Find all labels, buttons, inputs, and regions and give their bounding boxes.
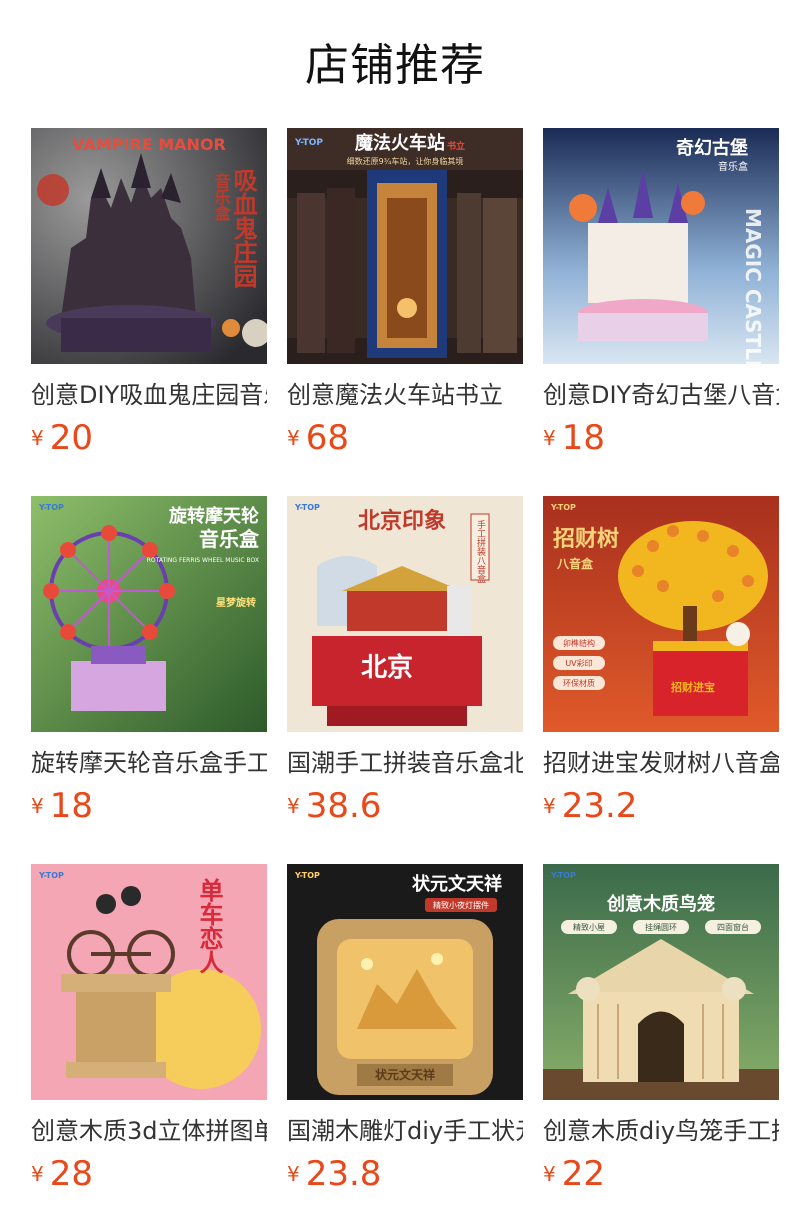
product-image-magic-station[interactable]: Y-TOP 魔法火车站 书立 细数还原9¾车站，让你身临其境 — [287, 128, 523, 364]
price-amount: 18 — [49, 786, 93, 826]
currency-symbol: ¥ — [543, 1162, 556, 1186]
image-tag: 环保材质 — [563, 678, 595, 688]
image-tagline: 星梦旋转 — [216, 596, 256, 609]
brand-logo: Y-TOP — [294, 503, 320, 512]
product-title[interactable]: 旋转摩天轮音乐盒手工 — [31, 746, 267, 780]
product-title[interactable]: 创意DIY吸血鬼庄园音乐盒 — [31, 378, 267, 412]
image-heading: 创意木质鸟笼 — [606, 893, 715, 915]
product-card[interactable]: Y-TOP 北京印象 手工拼装八音盒 北京 国潮手工拼装音乐盒北京 ¥38.6 — [287, 496, 523, 864]
image-side-text: 手工拼装八音盒 — [475, 519, 486, 583]
product-price: ¥20 — [31, 416, 93, 460]
product-image-bicycle-lovers[interactable]: Y-TOP 单车恋人 — [31, 864, 267, 1100]
image-heading: 北京印象 — [358, 508, 446, 534]
price-amount: 28 — [49, 1154, 93, 1194]
product-title[interactable]: 创意DIY奇幻古堡八音盒 — [543, 378, 779, 412]
product-price: ¥23.2 — [543, 784, 637, 828]
brand-logo: Y-TOP — [38, 503, 64, 512]
product-title[interactable]: 国潮手工拼装音乐盒北京 — [287, 746, 523, 780]
product-image-money-tree[interactable]: Y-TOP 招财树 八音盒 卯榫结构 UV彩印 环保材质 招财进宝 — [543, 496, 779, 732]
product-card[interactable]: Y-TOP 单车恋人 创意木质3d立体拼图单车恋人 ¥28 — [31, 864, 267, 1232]
product-price: ¥23.8 — [287, 1152, 381, 1196]
currency-symbol: ¥ — [543, 794, 556, 818]
image-box-text: 北京 — [361, 652, 413, 683]
image-english: ROTATING FERRIS WHEEL MUSIC BOX — [147, 557, 259, 564]
price-amount: 18 — [561, 418, 605, 458]
image-tag: UV彩印 — [565, 658, 592, 668]
product-image-wood-lamp[interactable]: Y-TOP 状元文天祥 精致小夜灯摆件 状元文天祥 — [287, 864, 523, 1100]
price-amount: 20 — [49, 418, 93, 458]
image-tagline: 细数还原9¾车站，让你身临其境 — [347, 156, 464, 166]
currency-symbol: ¥ — [543, 426, 556, 450]
image-side-text: MAGIC CASTLE — [741, 208, 765, 364]
product-image-bird-cage[interactable]: Y-TOP 创意木质鸟笼 精致小屋 挂绳圆环 四面窗台 — [543, 864, 779, 1100]
price-amount: 23.8 — [305, 1154, 382, 1194]
image-tag: 卯榫结构 — [563, 638, 595, 648]
image-box-text: 招财进宝 — [671, 680, 715, 694]
product-image-vampire-manor[interactable]: VAMPIRE MANOR 音乐盒 吸血鬼庄园 — [31, 128, 267, 364]
currency-symbol: ¥ — [31, 1162, 44, 1186]
image-heading: 状元文天祥 — [412, 873, 502, 895]
product-image-ferris-wheel[interactable]: Y-TOP 旋转摩天轮 音乐盒 ROTATING FERRIS WHEEL MU… — [31, 496, 267, 732]
product-price: ¥38.6 — [287, 784, 381, 828]
brand-logo: Y-TOP — [550, 871, 576, 880]
image-heading: 旋转摩天轮 — [168, 505, 259, 527]
image-tagline: 精致小夜灯摆件 — [433, 900, 489, 910]
brand-logo: Y-TOP — [294, 871, 320, 880]
currency-symbol: ¥ — [287, 1162, 300, 1186]
image-sub-text: 音乐盒 — [212, 172, 231, 221]
currency-symbol: ¥ — [31, 426, 44, 450]
image-plaque-text: 状元文天祥 — [375, 1067, 435, 1082]
page-title: 店铺推荐 — [305, 40, 485, 91]
image-heading: 奇幻古堡 — [676, 137, 748, 159]
image-sub-text: 书立 — [447, 140, 465, 152]
product-price: ¥68 — [287, 416, 349, 460]
image-tag: 四面窗台 — [717, 922, 749, 932]
product-price: ¥18 — [543, 416, 605, 460]
currency-symbol: ¥ — [31, 794, 44, 818]
brand-logo: Y-TOP — [294, 138, 323, 148]
currency-symbol: ¥ — [287, 794, 300, 818]
product-image-beijing[interactable]: Y-TOP 北京印象 手工拼装八音盒 北京 — [287, 496, 523, 732]
price-amount: 22 — [561, 1154, 605, 1194]
image-heading: 招财树 — [553, 526, 619, 552]
image-side-text: 吸血鬼庄园 — [229, 168, 257, 288]
product-card[interactable]: VAMPIRE MANOR 音乐盒 吸血鬼庄园 创意DIY吸血鬼庄园音乐盒 ¥2… — [31, 128, 267, 496]
product-price: ¥22 — [543, 1152, 605, 1196]
brand-logo: Y-TOP — [550, 503, 576, 512]
price-amount: 23.2 — [561, 786, 638, 826]
image-heading: VAMPIRE MANOR — [72, 135, 226, 154]
currency-symbol: ¥ — [287, 426, 300, 450]
product-title[interactable]: 创意木质3d立体拼图单车恋人 — [31, 1114, 267, 1148]
product-image-magic-castle[interactable]: 奇幻古堡 音乐盒 MAGIC CASTLE — [543, 128, 779, 364]
brand-logo: Y-TOP — [38, 871, 64, 880]
product-title[interactable]: 国潮木雕灯diy手工状元文天祥 — [287, 1114, 523, 1148]
product-price: ¥18 — [31, 784, 93, 828]
image-heading: 魔法火车站 — [355, 132, 445, 154]
product-card[interactable]: Y-TOP 状元文天祥 精致小夜灯摆件 状元文天祥 国潮木雕灯diy手工状元文天… — [287, 864, 523, 1232]
price-amount: 38.6 — [305, 786, 382, 826]
product-title[interactable]: 创意木质diy鸟笼手工拼装 — [543, 1114, 779, 1148]
price-amount: 68 — [305, 418, 349, 458]
product-price: ¥28 — [31, 1152, 93, 1196]
image-heading: 单车恋人 — [195, 878, 223, 974]
product-card[interactable]: Y-TOP 招财树 八音盒 卯榫结构 UV彩印 环保材质 招财进宝 招财进宝发财… — [543, 496, 779, 864]
image-tag: 挂绳圆环 — [645, 922, 677, 932]
image-tag: 精致小屋 — [573, 922, 605, 932]
product-title[interactable]: 招财进宝发财树八音盒 — [543, 746, 779, 780]
image-sub-text: 音乐盒 — [718, 160, 748, 173]
image-sub-heading: 音乐盒 — [199, 527, 260, 551]
product-card[interactable]: Y-TOP 魔法火车站 书立 细数还原9¾车站，让你身临其境 创意魔法火车站书立… — [287, 128, 523, 496]
product-title[interactable]: 创意魔法火车站书立 — [287, 378, 523, 412]
product-card[interactable]: 奇幻古堡 音乐盒 MAGIC CASTLE 创意DIY奇幻古堡八音盒 ¥18 — [543, 128, 779, 496]
product-card[interactable]: Y-TOP 旋转摩天轮 音乐盒 ROTATING FERRIS WHEEL MU… — [31, 496, 267, 864]
image-sub-text: 八音盒 — [556, 556, 594, 571]
product-card[interactable]: Y-TOP 创意木质鸟笼 精致小屋 挂绳圆环 四面窗台 创意木质diy鸟笼手工拼… — [543, 864, 779, 1232]
product-grid: VAMPIRE MANOR 音乐盒 吸血鬼庄园 创意DIY吸血鬼庄园音乐盒 ¥2… — [31, 128, 790, 1232]
